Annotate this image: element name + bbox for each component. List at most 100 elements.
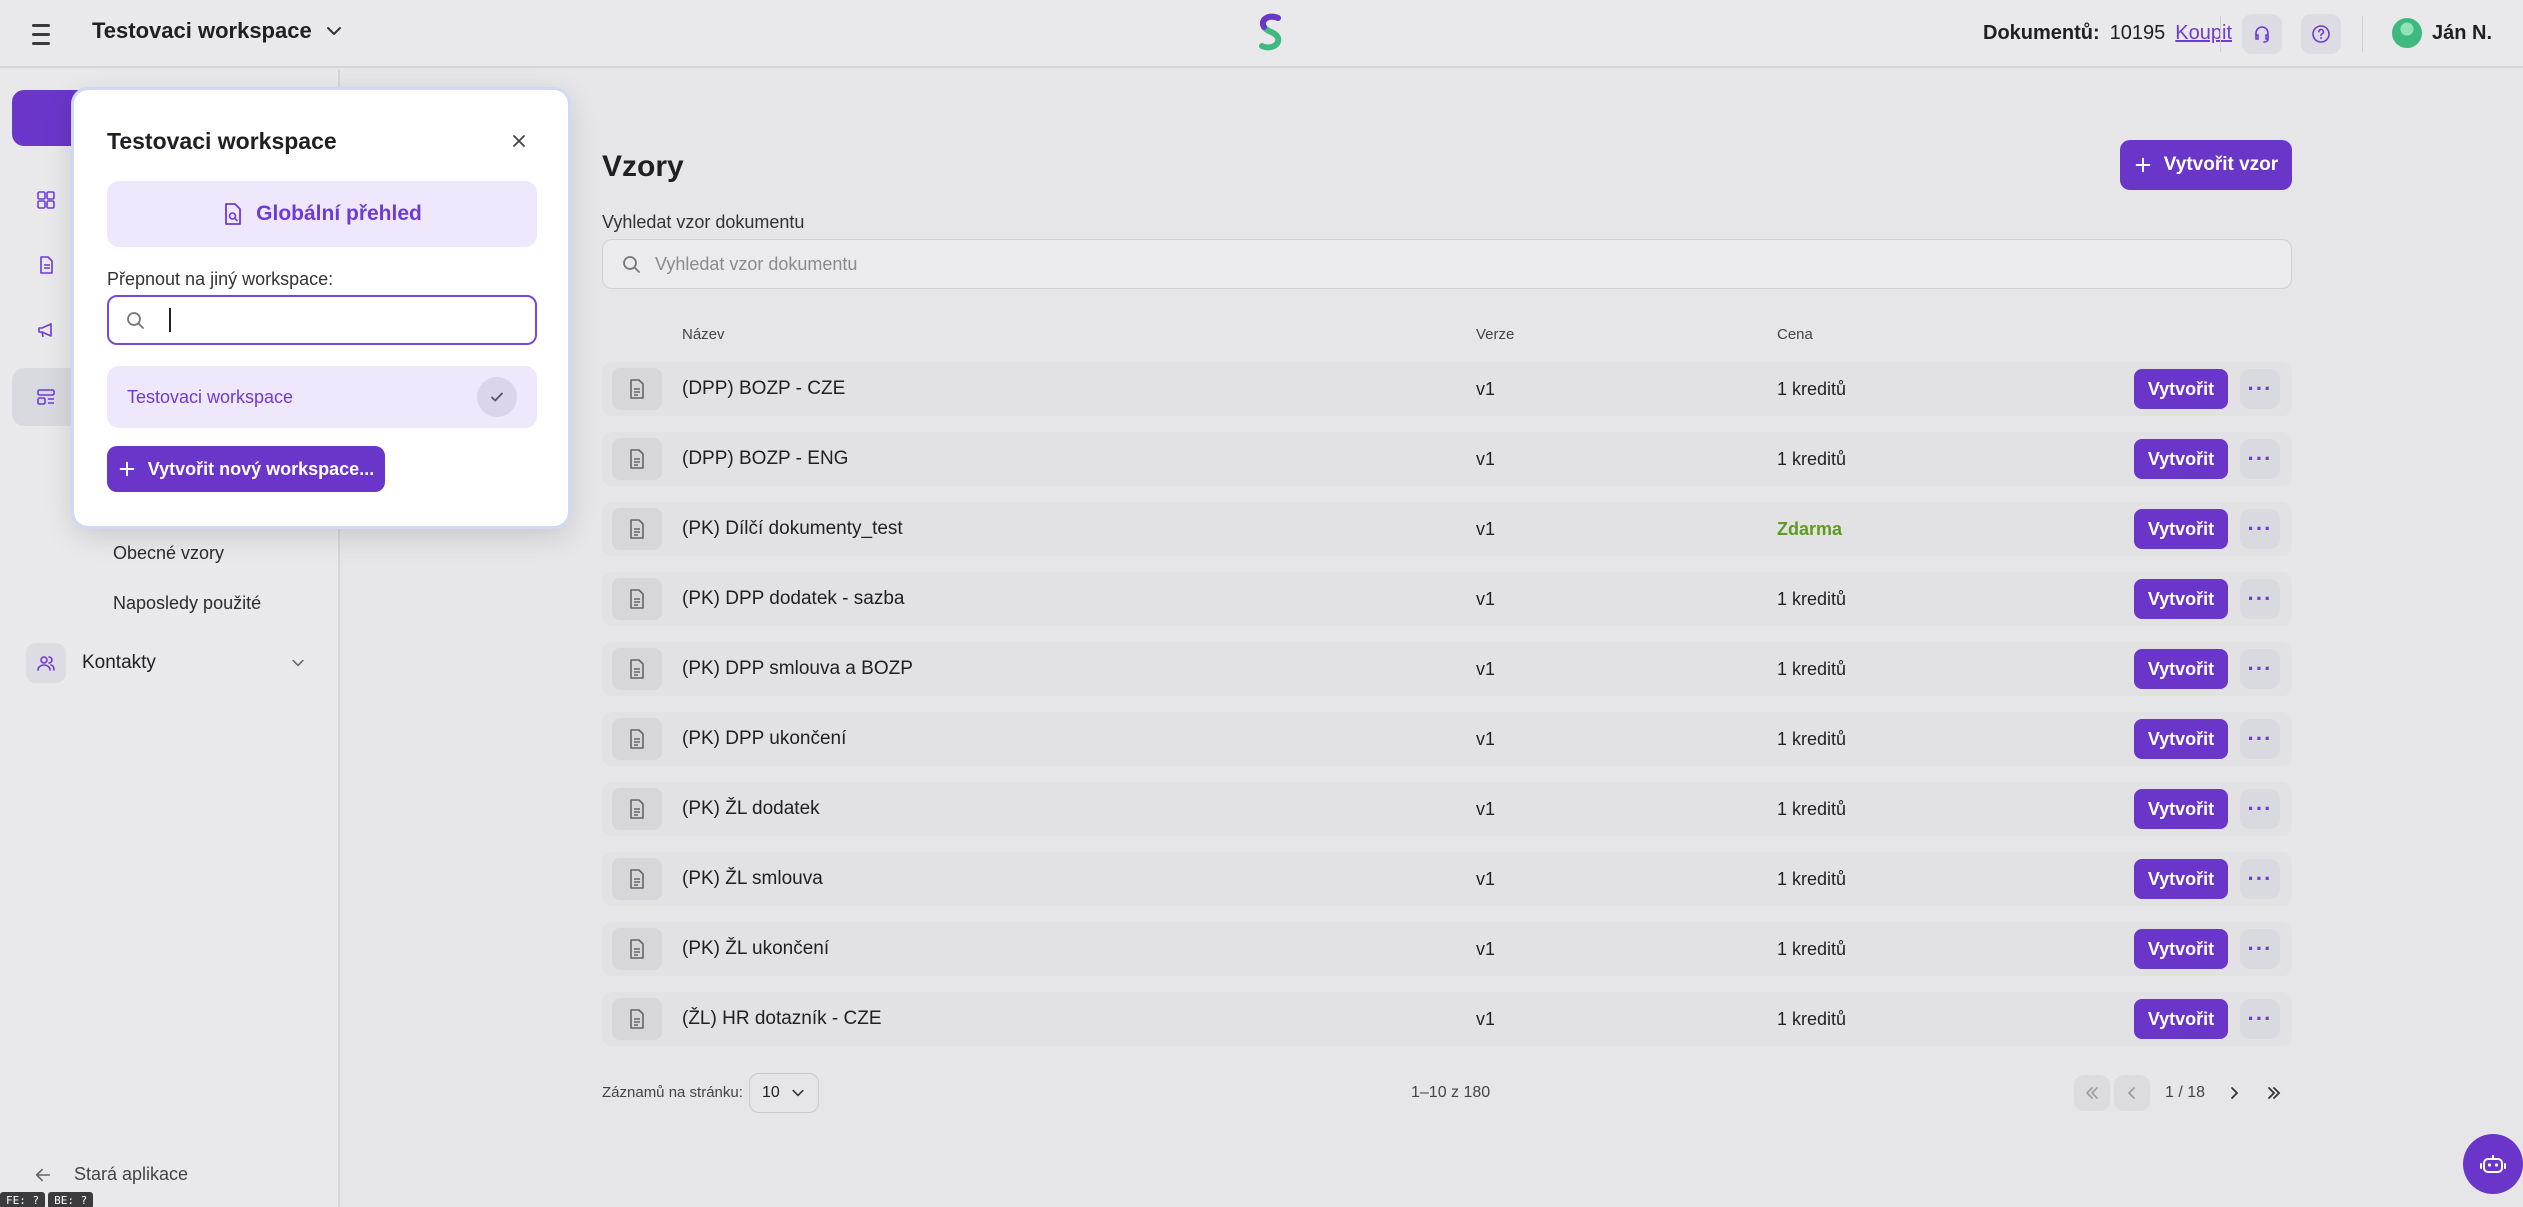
plus-icon: [2135, 157, 2151, 173]
table-row[interactable]: (PK) DPP smlouva a BOZP v1 1 kreditů Vytvoř…: [602, 642, 2292, 696]
sidebar-item-recently-used[interactable]: Naposledy použité: [113, 593, 261, 614]
template-price: 1 kreditů: [1777, 659, 1847, 679]
chevrons-left-icon: [2085, 1087, 2098, 1099]
document-icon: [612, 508, 662, 550]
template-price: Zdarma: [1777, 519, 1843, 539]
help-button[interactable]: [2301, 14, 2341, 54]
app-logo-icon[interactable]: [1254, 12, 1288, 54]
template-name[interactable]: (PK) ŽL smlouva: [682, 868, 823, 890]
document-icon: [612, 648, 662, 690]
per-page-select[interactable]: 10: [749, 1073, 819, 1113]
workspace-search-input[interactable]: [107, 295, 537, 345]
more-options-icon[interactable]: ···: [2240, 929, 2280, 969]
more-options-icon[interactable]: ···: [2240, 579, 2280, 619]
more-options-icon[interactable]: ···: [2240, 439, 2280, 479]
create-document-button[interactable]: Vytvořit: [2134, 509, 2228, 549]
table-row[interactable]: (DPP) BOZP - ENG v1 1 kreditů Vytvořit ···: [602, 432, 2292, 486]
column-header-version[interactable]: Verze: [1476, 326, 1514, 343]
plus-icon: [119, 461, 135, 477]
more-options-icon[interactable]: ···: [2240, 999, 2280, 1039]
document-icon: [612, 858, 662, 900]
be-badge: BE: ?: [48, 1192, 94, 1207]
more-options-icon[interactable]: ···: [2240, 859, 2280, 899]
dashboard-icon[interactable]: [26, 180, 66, 220]
create-document-button[interactable]: Vytvořit: [2134, 579, 2228, 619]
search-input[interactable]: [655, 253, 2155, 275]
more-options-icon[interactable]: ···: [2240, 719, 2280, 759]
chevron-down-icon: [292, 659, 304, 667]
template-price: 1 kreditů: [1777, 799, 1847, 819]
document-icon: [612, 928, 662, 970]
create-template-button[interactable]: Vytvořit vzor: [2120, 140, 2292, 190]
template-name[interactable]: (PK) DPP smlouva a BOZP: [682, 658, 913, 680]
template-name[interactable]: (PK) ŽL dodatek: [682, 798, 820, 820]
create-document-button[interactable]: Vytvořit: [2134, 929, 2228, 969]
workspace-name: Testovaci workspace: [92, 18, 312, 43]
contacts-label: Kontakty: [82, 652, 156, 673]
template-name[interactable]: (ŽL) HR dotazník - CZE: [682, 1008, 882, 1030]
documents-icon[interactable]: [26, 245, 66, 285]
create-workspace-button[interactable]: Vytvořit nový workspace...: [107, 446, 385, 492]
template-search[interactable]: [602, 239, 2292, 289]
template-name[interactable]: (DPP) BOZP - ENG: [682, 448, 848, 470]
create-document-button[interactable]: Vytvořit: [2134, 649, 2228, 689]
more-options-icon[interactable]: ···: [2240, 369, 2280, 409]
hamburger-menu-icon[interactable]: [26, 20, 56, 48]
prev-page-button[interactable]: [2114, 1075, 2150, 1111]
table-row[interactable]: (ŽL) HR dotazník - CZE v1 1 kreditů Vytvoři…: [602, 992, 2292, 1046]
chevron-right-icon: [2231, 1087, 2239, 1099]
sidebar-item-contacts[interactable]: Kontakty: [26, 643, 306, 683]
chevron-down-icon: [326, 27, 341, 35]
template-price: 1 kreditů: [1777, 939, 1847, 959]
table-row[interactable]: (PK) DPP dodatek - sazba v1 1 kreditů Vytvo…: [602, 572, 2292, 626]
buy-link[interactable]: Koupit: [2175, 22, 2232, 45]
template-name[interactable]: (DPP) BOZP - CZE: [682, 378, 845, 400]
last-page-button[interactable]: [2256, 1075, 2292, 1111]
template-name[interactable]: (PK) ŽL ukončení: [682, 938, 829, 960]
create-document-button[interactable]: Vytvořit: [2134, 719, 2228, 759]
table-row[interactable]: (PK) Dílčí dokumenty_test v1 Zdarma Vytvoři…: [602, 502, 2292, 556]
divider: [2362, 16, 2363, 52]
table-row[interactable]: (DPP) BOZP - CZE v1 1 kreditů Vytvořit ···: [602, 362, 2292, 416]
template-version: v1: [1476, 799, 1496, 819]
more-options-icon[interactable]: ···: [2240, 789, 2280, 829]
global-overview-button[interactable]: Globální přehled: [107, 181, 537, 247]
close-button[interactable]: [504, 126, 534, 156]
column-header-price[interactable]: Cena: [1777, 326, 1813, 343]
create-document-button[interactable]: Vytvořit: [2134, 859, 2228, 899]
megaphone-icon[interactable]: [26, 310, 66, 350]
templates-icon[interactable]: [26, 377, 66, 417]
workspace-switcher[interactable]: Testovaci workspace: [92, 18, 344, 44]
more-options-icon[interactable]: ···: [2240, 509, 2280, 549]
sidebar-item-general-templates[interactable]: Obecné vzory: [113, 543, 224, 564]
pagination-range: 1–10 z 180: [1411, 1084, 1491, 1101]
document-search-icon: [225, 203, 242, 225]
first-page-button[interactable]: [2074, 1075, 2110, 1111]
more-options-icon[interactable]: ···: [2240, 649, 2280, 689]
support-button[interactable]: [2242, 14, 2282, 54]
table-row[interactable]: (PK) ŽL dodatek v1 1 kreditů Vytvořit ···: [602, 782, 2292, 836]
table-row[interactable]: (PK) DPP ukončení v1 1 kreditů Vytvořit ···: [602, 712, 2292, 766]
user-menu[interactable]: Ján N.: [2392, 18, 2492, 48]
divider: [2220, 16, 2221, 52]
create-document-button[interactable]: Vytvořit: [2134, 369, 2228, 409]
table-row[interactable]: (PK) ŽL ukončení v1 1 kreditů Vytvořit ···: [602, 922, 2292, 976]
column-header-name[interactable]: Název: [682, 326, 725, 343]
documents-label: Dokumentů:: [1983, 22, 2100, 44]
document-icon: [612, 438, 662, 480]
table-row[interactable]: (PK) ŽL smlouva v1 1 kreditů Vytvořit ···: [602, 852, 2292, 906]
template-version: v1: [1476, 729, 1496, 749]
template-price: 1 kreditů: [1777, 589, 1847, 609]
template-name[interactable]: (PK) DPP ukončení: [682, 728, 846, 750]
template-name[interactable]: (PK) DPP dodatek - sazba: [682, 588, 904, 610]
template-name[interactable]: (PK) Dílčí dokumenty_test: [682, 518, 903, 540]
create-document-button[interactable]: Vytvořit: [2134, 789, 2228, 829]
global-overview-label: Globální přehled: [256, 202, 422, 225]
create-document-button[interactable]: Vytvořit: [2134, 999, 2228, 1039]
create-document-button[interactable]: Vytvořit: [2134, 439, 2228, 479]
chat-bot-button[interactable]: [2463, 1134, 2523, 1194]
next-page-button[interactable]: [2216, 1075, 2252, 1111]
workspace-option[interactable]: Testovaci workspace: [107, 366, 537, 428]
old-app-link[interactable]: Stará aplikace: [34, 1164, 188, 1185]
template-price: 1 kreditů: [1777, 449, 1847, 469]
